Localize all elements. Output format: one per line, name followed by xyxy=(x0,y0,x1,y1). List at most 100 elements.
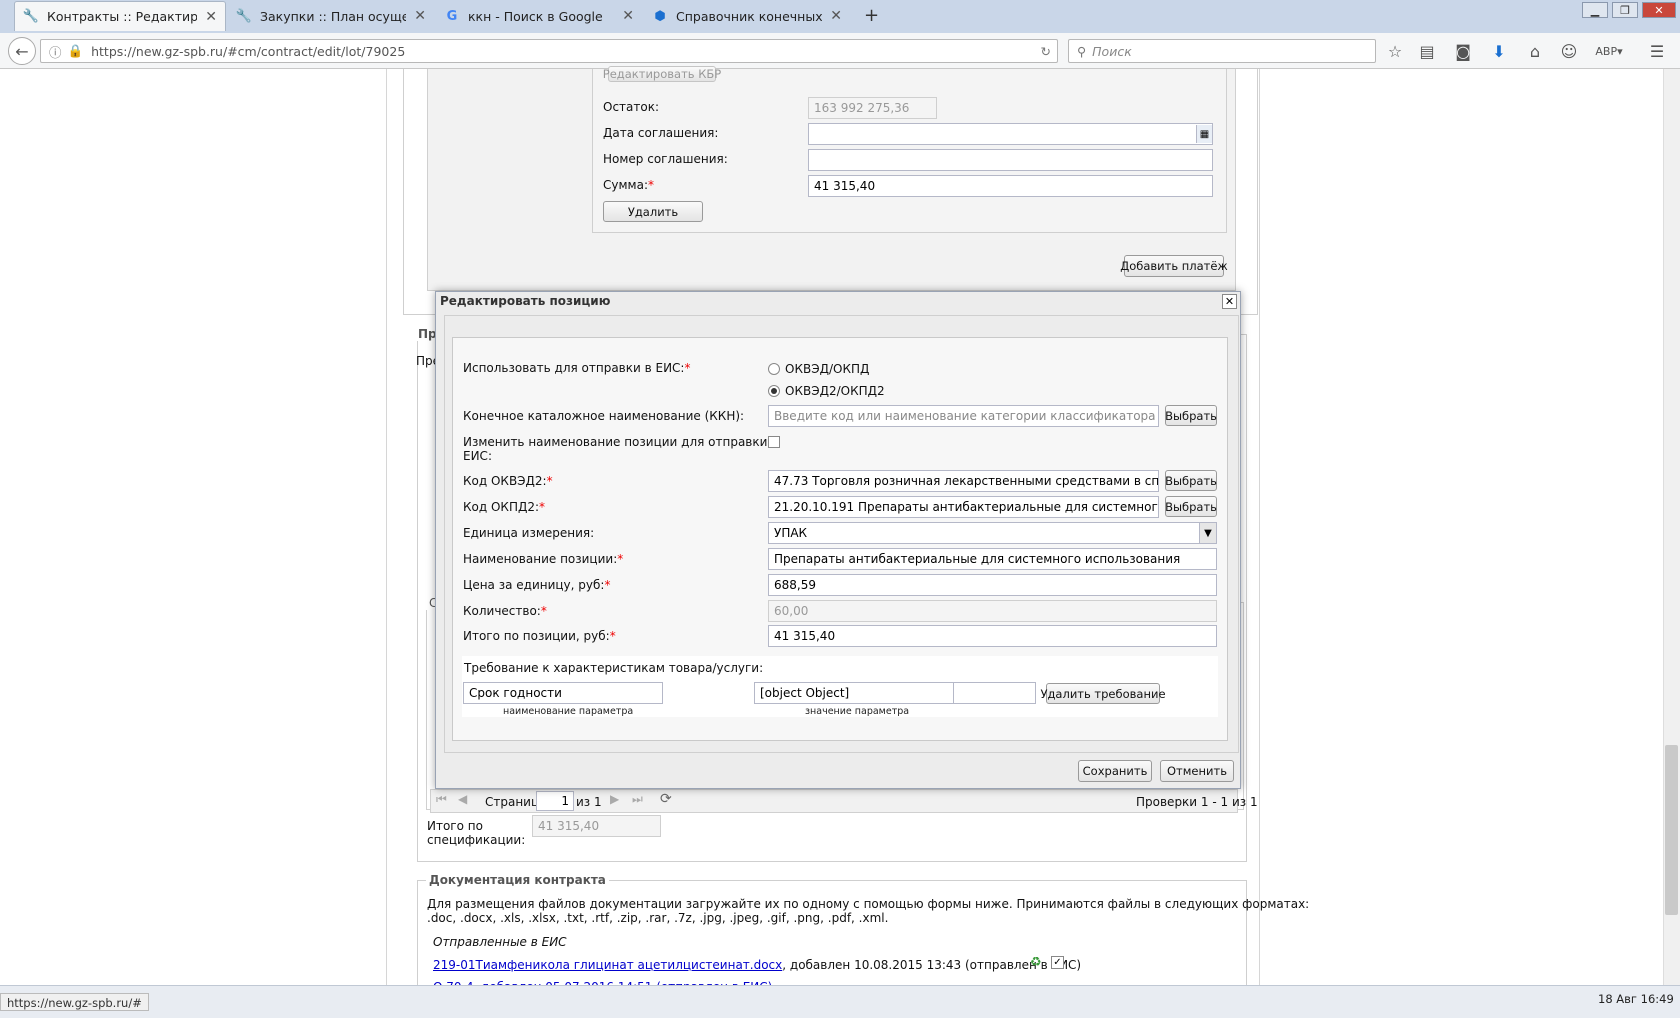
close-window-button[interactable]: ✕ xyxy=(1642,2,1676,18)
delete-requirement-button[interactable]: Удалить требование xyxy=(1040,683,1166,704)
remainder-field: 163 992 275,36 xyxy=(808,97,937,119)
remainder-label: Остаток: xyxy=(603,100,660,114)
document-checkbox[interactable]: ✓ xyxy=(1051,956,1064,969)
param-value-extra[interactable] xyxy=(953,682,1036,704)
reading-list-icon[interactable]: ▤ xyxy=(1416,40,1438,62)
page-number-input[interactable]: 1 xyxy=(536,791,574,811)
new-tab-button[interactable]: + xyxy=(864,5,879,26)
param-value-caption: значение параметра xyxy=(805,706,910,717)
clock: 18 Авг 16:49 xyxy=(1598,992,1674,1006)
delete-payment-button[interactable]: Удалить xyxy=(603,201,703,222)
taskbar xyxy=(0,985,1680,1018)
price-input[interactable]: 688,59 xyxy=(768,574,1217,596)
kkn-choose-button[interactable]: Выбрать xyxy=(1165,405,1217,426)
back-icon[interactable]: ← xyxy=(8,37,36,65)
position-total-label: Итого по позиции, руб:* xyxy=(463,629,616,643)
adblock-icon[interactable]: ABP▾ xyxy=(1594,40,1624,62)
prev-page-icon[interactable]: ◀ xyxy=(458,792,467,806)
close-dialog-icon[interactable]: ✕ xyxy=(1222,294,1237,309)
tab-contracts[interactable]: 🔧 Контракты :: Редактирова... ✕ xyxy=(14,1,226,31)
status-url: https://new.gz-spb.ru/# xyxy=(0,993,149,1011)
scrollbar-thumb[interactable] xyxy=(1665,745,1678,915)
pager-summary: Проверки 1 - 1 из 1 xyxy=(1136,795,1258,809)
menu-icon[interactable]: ☰ xyxy=(1646,40,1668,62)
radio-okved2-label: ОКВЭД2/ОКПД2 xyxy=(785,384,885,398)
okved2-choose-button[interactable]: Выбрать xyxy=(1165,470,1217,491)
unit-label: Единица измерения: xyxy=(463,526,595,540)
rename-label-line2: ЕИС: xyxy=(463,449,492,463)
param-name-caption: наименование параметра xyxy=(503,706,634,717)
tab-label: Контракты :: Редактирова... xyxy=(47,9,197,24)
tab-catalog[interactable]: ⬢ Справочник конечных ка... ✕ xyxy=(644,1,850,31)
page-of-label: из 1 xyxy=(576,795,602,809)
dialog-title: Редактировать позицию xyxy=(440,294,611,308)
unit-select[interactable]: УПАК xyxy=(768,522,1217,544)
okpd2-input[interactable]: 21.20.10.191 Препараты антибактериальные… xyxy=(768,496,1159,518)
recycle-icon[interactable]: ♻ xyxy=(1030,955,1042,970)
close-icon[interactable]: ✕ xyxy=(622,8,634,24)
last-page-icon[interactable]: ⏭ xyxy=(632,792,643,807)
pocket-icon[interactable]: ◙ xyxy=(1452,40,1474,62)
close-icon[interactable]: ✕ xyxy=(830,8,842,24)
agreement-number-field[interactable] xyxy=(808,149,1213,171)
refresh-icon[interactable]: ⟳ xyxy=(660,791,672,807)
search-input[interactable]: ⚲ Поиск xyxy=(1068,39,1376,63)
requirements-heading: Требование к характеристикам товара/услу… xyxy=(464,661,764,675)
rename-label-line1: Изменить наименование позиции для отправ… xyxy=(463,435,779,449)
reload-icon[interactable]: ↻ xyxy=(1041,44,1051,59)
okved2-label: Код ОКВЭД2:* xyxy=(463,474,553,488)
edit-kbr-button[interactable]: Редактировать КБР xyxy=(603,66,721,82)
radio-okved-label: ОКВЭД/ОКПД xyxy=(785,362,870,376)
lock-icon: 🔒 xyxy=(67,43,84,58)
param-value-input[interactable]: [object Object] xyxy=(754,682,954,704)
sum-field[interactable]: 41 315,40 xyxy=(808,175,1213,197)
chat-icon[interactable]: ☺ xyxy=(1558,40,1580,62)
position-name-label: Наименование позиции:* xyxy=(463,552,624,566)
save-button[interactable]: Сохранить xyxy=(1078,760,1152,782)
chevron-down-icon[interactable]: ▼ xyxy=(1199,523,1216,543)
param-name-input[interactable]: Срок годности xyxy=(463,682,663,704)
kkn-label: Конечное каталожное наименование (ККН): xyxy=(463,409,745,423)
add-payment-button[interactable]: Добавить платёж xyxy=(1120,255,1228,277)
bookmark-star-icon[interactable]: ☆ xyxy=(1384,40,1406,62)
tab-purchases[interactable]: 🔧 Закупки :: План осуществ... ✕ xyxy=(228,1,434,31)
document-row: 219-01Тиамфеникола глицинат ацетилцистеи… xyxy=(433,958,1081,972)
quantity-label: Количество:* xyxy=(463,604,547,618)
documents-legend: Документация контракта xyxy=(426,873,609,887)
next-page-icon[interactable]: ▶ xyxy=(610,792,619,806)
okved2-input[interactable]: 47.73 Торговля розничная лекарственными … xyxy=(768,470,1159,492)
position-total-input[interactable]: 41 315,40 xyxy=(768,625,1217,647)
cancel-button[interactable]: Отменить xyxy=(1160,760,1234,782)
download-icon[interactable]: ⬇ xyxy=(1488,40,1510,62)
okpd2-label: Код ОКПД2:* xyxy=(463,500,546,514)
calendar-icon[interactable]: ▦ xyxy=(1196,125,1212,143)
rename-checkbox[interactable] xyxy=(768,436,780,448)
first-page-icon[interactable]: ⏮ xyxy=(436,792,447,807)
position-name-input[interactable]: Препараты антибактериальные для системно… xyxy=(768,548,1217,570)
tab-label: ккн - Поиск в Google xyxy=(468,8,603,24)
globe-icon: ⬢ xyxy=(654,8,666,24)
tab-google[interactable]: G ккн - Поиск в Google ✕ xyxy=(436,1,642,31)
agreement-date-field[interactable] xyxy=(808,123,1213,145)
document-link[interactable]: 219-01Тиамфеникола глицинат ацетилцистеи… xyxy=(433,958,782,972)
spec-total-field: 41 315,40 xyxy=(532,815,661,837)
home-icon[interactable]: ⌂ xyxy=(1524,40,1546,62)
search-placeholder: Поиск xyxy=(1092,43,1132,59)
close-icon[interactable]: ✕ xyxy=(414,8,426,24)
restore-button[interactable]: ❐ xyxy=(1612,2,1638,18)
okpd2-choose-button[interactable]: Выбрать xyxy=(1165,496,1217,517)
search-icon: ⚲ xyxy=(1077,43,1087,59)
kkn-input[interactable]: Введите код или наименование категории к… xyxy=(768,405,1159,427)
minimize-button[interactable]: ▁ xyxy=(1582,2,1608,18)
address-bar[interactable]: ⓘ 🔒 https://new.gz-spb.ru/#cm/contract/e… xyxy=(40,39,1058,63)
info-icon[interactable]: ⓘ xyxy=(49,42,62,61)
documents-info-1: Для размещения файлов документации загру… xyxy=(427,897,1310,911)
use-for-eis-label: Использовать для отправки в ЕИС:* xyxy=(463,361,691,375)
radio-okved2[interactable] xyxy=(768,385,780,397)
close-icon[interactable]: ✕ xyxy=(205,9,217,25)
radio-okved[interactable] xyxy=(768,363,780,375)
agreement-date-label: Дата соглашения: xyxy=(603,126,719,140)
sum-label: Сумма:* xyxy=(603,178,654,192)
url-text: https://new.gz-spb.ru/#cm/contract/edit/… xyxy=(91,43,406,59)
spec-total-label-1: Итого по xyxy=(427,819,483,833)
